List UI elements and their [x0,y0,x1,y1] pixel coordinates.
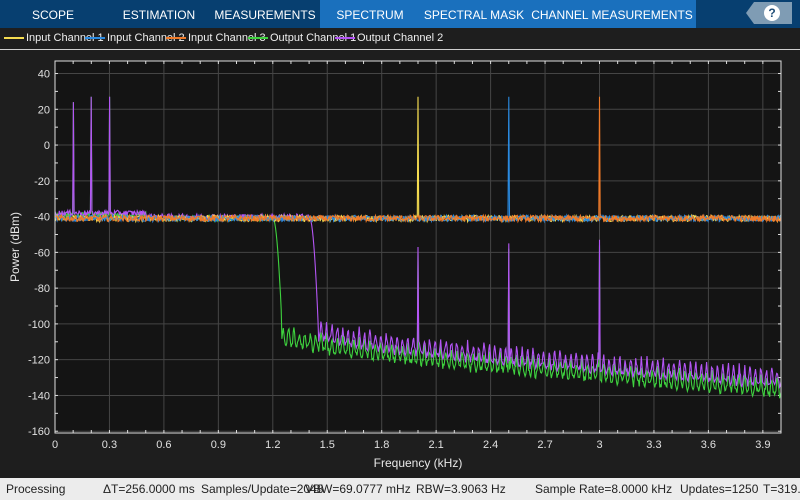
y-tick-label: -140 [28,390,50,402]
x-tick-label: 0.9 [211,439,226,451]
y-axis-label: Power (dBm) [8,212,22,282]
status-sample-rate: Sample Rate=8.0000 kHz [535,482,673,496]
x-tick-label: 3.3 [646,439,661,451]
y-tick-label: -60 [34,247,50,259]
y-tick-label: 20 [38,104,50,116]
y-tick-label: 40 [38,69,50,81]
y-tick-label: -160 [28,426,50,438]
x-tick-label: 1.5 [320,439,335,451]
status-rbw: RBW=3.9063 Hz [416,482,506,496]
y-tick-label: -100 [28,319,50,331]
y-tick-label: -80 [34,283,50,295]
status-delta-t: ΔT=256.0000 ms [103,482,195,496]
y-tick-label: 0 [44,140,50,152]
x-axis-label: Frequency (kHz) [374,456,463,470]
x-tick-label: 1.2 [265,439,280,451]
status-bar: Processing ΔT=256.0000 ms Samples/Update… [0,478,800,500]
y-tick-label: -120 [28,355,50,367]
x-tick-label: 2.1 [429,439,444,451]
x-tick-label: 0 [52,439,58,451]
x-tick-label: 2.4 [483,439,498,451]
status-updates: Updates=1250 [680,482,759,496]
status-time: T=319.8 [763,482,800,496]
y-tick-label: -40 [34,212,50,224]
x-tick-label: 3.6 [701,439,716,451]
status-vbw: VBW=69.0777 mHz [305,482,411,496]
x-tick-label: 0.6 [156,439,171,451]
spectrum-plot[interactable]: 0 0.3 0.6 0.9 1.2 1.5 1.8 2.1 2.4 2.7 3 3.3 3.6 3.9 -1… [0,0,800,478]
x-tick-label: 3.9 [755,439,770,451]
y-tick-label: -20 [34,176,50,188]
x-tick-label: 0.3 [102,439,117,451]
x-tick-label: 3 [596,439,602,451]
status-state: Processing [6,482,66,496]
x-tick-label: 2.7 [537,439,552,451]
x-tick-label: 1.8 [374,439,389,451]
